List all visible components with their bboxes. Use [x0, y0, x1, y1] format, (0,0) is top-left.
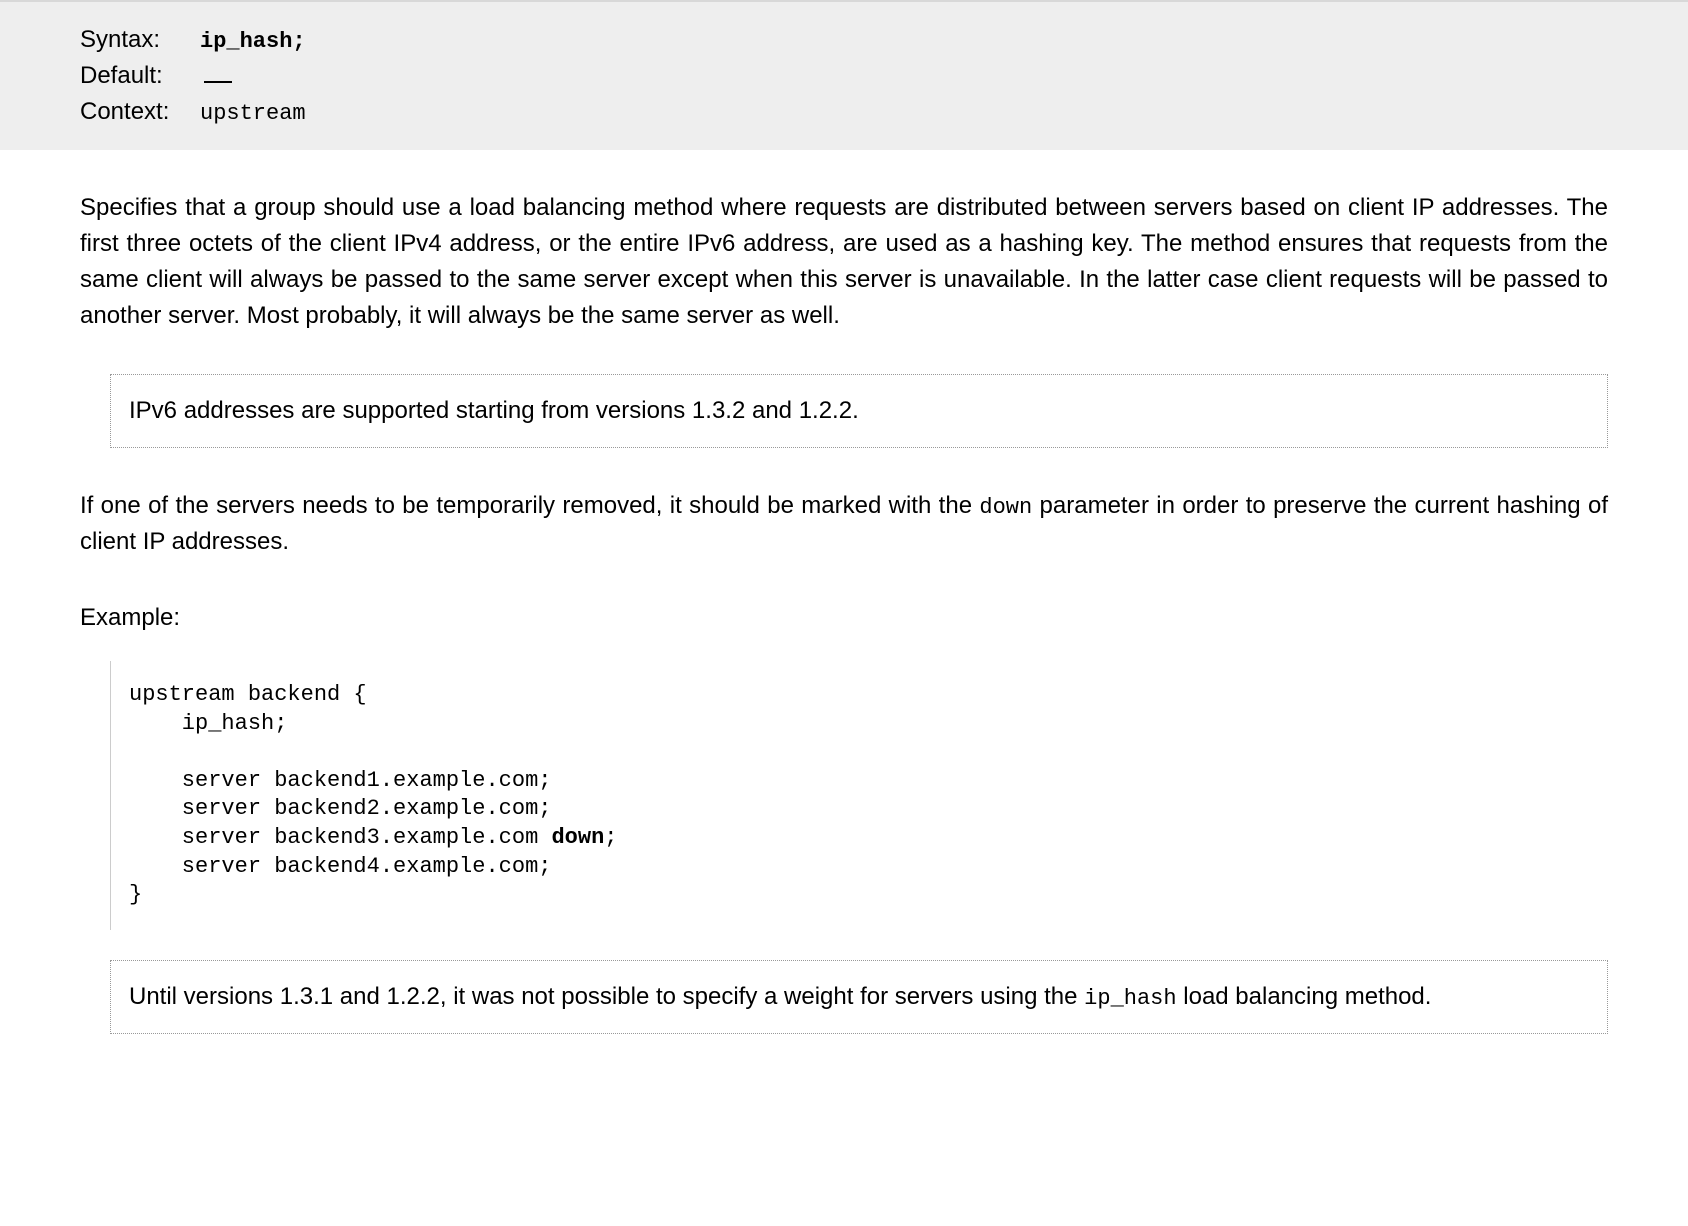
- description-paragraph: Specifies that a group should use a load…: [80, 190, 1608, 334]
- content: Specifies that a group should use a load…: [0, 150, 1688, 1034]
- note-weight: Until versions 1.3.1 and 1.2.2, it was n…: [110, 960, 1608, 1034]
- page: Syntax: ip_hash; Default: Context: upstr…: [0, 0, 1688, 1034]
- note-weight-a: Until versions 1.3.1 and 1.2.2, it was n…: [129, 983, 1084, 1010]
- default-row: Default:: [80, 58, 1658, 94]
- syntax-label: Syntax:: [80, 22, 190, 58]
- note-ipv6-text: IPv6 addresses are supported starting fr…: [129, 397, 859, 424]
- example-code-bold: down: [551, 825, 604, 850]
- directive-box: Syntax: ip_hash; Default: Context: upstr…: [0, 0, 1688, 150]
- example-code: upstream backend { ip_hash; server backe…: [110, 661, 1608, 930]
- default-dash-icon: [204, 81, 232, 83]
- example-code-part1: upstream backend { ip_hash; server backe…: [129, 682, 551, 850]
- down-code: down: [979, 495, 1032, 520]
- context-value: upstream: [200, 97, 306, 130]
- note-ipv6: IPv6 addresses are supported starting fr…: [110, 374, 1608, 448]
- syntax-value: ip_hash;: [200, 25, 306, 58]
- down-paragraph: If one of the servers needs to be tempor…: [80, 488, 1608, 560]
- note-weight-code: ip_hash: [1084, 986, 1176, 1011]
- example-label: Example:: [80, 600, 1608, 636]
- note-weight-b: load balancing method.: [1177, 983, 1432, 1010]
- down-paragraph-a: If one of the servers needs to be tempor…: [80, 492, 979, 519]
- context-row: Context: upstream: [80, 94, 1658, 130]
- context-label: Context:: [80, 94, 190, 130]
- default-label: Default:: [80, 58, 190, 94]
- syntax-row: Syntax: ip_hash;: [80, 22, 1658, 58]
